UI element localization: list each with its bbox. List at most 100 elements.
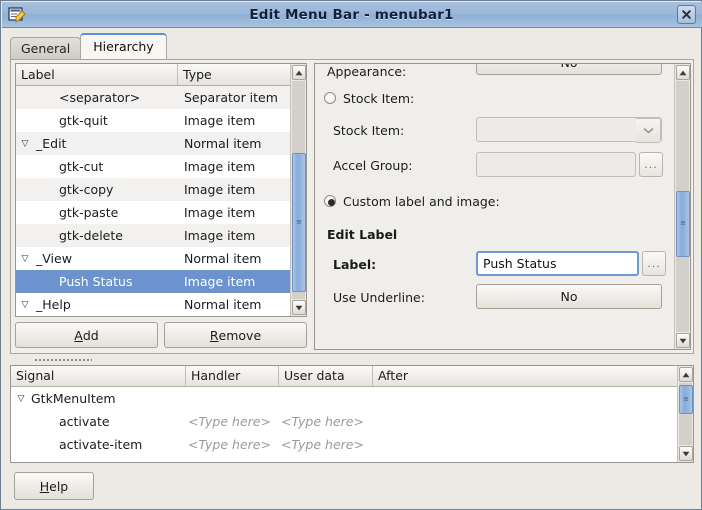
accel-group-row: Accel Group: ... [315,152,673,187]
tree-row-type: Image item [184,159,256,174]
tab-page-hierarchy: Label Type <separator> Separator item gt… [10,59,694,354]
scrollbar-thumb[interactable]: ≡ [292,153,306,292]
list-item[interactable]: ▽ GtkMenuItem [11,387,677,410]
remove-button[interactable]: Remove [164,322,307,348]
expander-icon[interactable]: ▽ [16,300,34,310]
splitter-grip-icon[interactable] [34,358,92,362]
expander-icon[interactable]: ▽ [16,139,34,149]
list-item[interactable]: activate <Type here> <Type here> [11,410,677,433]
table-row[interactable]: gtk-copy Image item [16,178,290,201]
table-row[interactable]: gtk-delete Image item [16,224,290,247]
table-row[interactable]: gtk-quit Image item [16,109,290,132]
stock-item-radio-row[interactable]: Stock Item: [315,84,673,117]
signals-column-signal[interactable]: Signal [11,366,186,386]
remove-button-mnemonic: R [209,327,219,343]
tab-strip: General Hierarchy [10,33,167,59]
use-underline-row: Use Underline: No [315,284,673,317]
appearance-row: Appearance: No [315,64,673,84]
table-row[interactable]: gtk-cut Image item [16,155,290,178]
table-row[interactable]: ▽ _Edit Normal item [16,132,290,155]
label-input-value: Push Status [483,256,557,271]
radio-stock-item[interactable] [324,92,336,104]
signals-rows: ▽ GtkMenuItem activate <Type here> <Type… [11,387,677,462]
custom-label-radio-row[interactable]: Custom label and image: [315,187,673,221]
stock-item-label: Stock Item: [333,123,405,138]
scrollbar-thumb[interactable]: ≡ [676,191,690,257]
properties-scroll-area: Appearance: No Stock Item: Stoc [315,64,673,349]
properties-vertical-scrollbar[interactable]: ≡ [674,64,690,349]
tree-row-type: Image item [184,205,256,220]
expander-icon[interactable]: ▽ [16,254,34,264]
add-button-mnemonic: A [74,327,83,343]
edit-label-heading-row: Edit Label [315,221,673,251]
appearance-toggle-button[interactable]: No [476,64,662,75]
scroll-down-icon[interactable] [679,446,693,461]
tree-column-label[interactable]: Label [16,64,178,85]
pane-splitter[interactable] [10,356,694,364]
scroll-down-icon[interactable] [676,333,690,348]
signals-vertical-scrollbar[interactable]: ≡ [677,366,693,462]
tree-row-label: gtk-copy [59,182,114,197]
scroll-up-icon[interactable] [679,367,693,382]
tree-row-type: Normal item [184,297,262,312]
table-row[interactable]: ▽ _View Normal item [16,247,290,270]
hierarchy-tree[interactable]: Label Type <separator> Separator item gt… [15,63,307,317]
appearance-value: No [561,64,578,70]
accel-group-browse-button[interactable]: ... [639,152,663,177]
edit-label-heading: Edit Label [327,227,398,242]
tree-vertical-scrollbar[interactable]: ≡ [290,64,306,316]
help-button-label: elp [49,478,69,494]
radio-custom-label-and-image[interactable] [324,195,336,207]
table-row-selected[interactable]: Push Status Image item [16,270,290,293]
signal-handler[interactable]: <Type here> [186,437,279,452]
tree-row-label: gtk-cut [59,159,104,174]
scroll-down-icon[interactable] [292,300,306,315]
accel-group-entry[interactable] [476,152,636,177]
signals-column-after[interactable]: After [373,366,693,386]
scrollbar-thumb[interactable]: ≡ [679,385,693,414]
appearance-label: Appearance: [327,64,407,79]
table-row[interactable]: ▽ _Help Normal item [16,293,290,316]
scroll-up-icon[interactable] [676,65,690,80]
tree-row-label: gtk-paste [59,205,119,220]
signal-handler[interactable]: <Type here> [186,414,279,429]
accel-group-label: Accel Group: [333,158,413,173]
title-bar[interactable]: Edit Menu Bar - menubar1 [2,2,702,28]
tree-row-type: Normal item [184,136,262,151]
tree-column-type[interactable]: Type [178,64,306,85]
signals-column-handler[interactable]: Handler [186,366,279,386]
label-browse-button[interactable]: ... [642,251,666,276]
tree-row-label: gtk-quit [59,113,108,128]
stock-item-combo[interactable] [476,117,662,143]
use-underline-value: No [560,289,578,304]
table-row[interactable]: gtk-paste Image item [16,201,290,224]
list-item[interactable]: activate-item <Type here> <Type here> [11,433,677,456]
expander-icon[interactable]: ▽ [11,394,31,404]
add-button[interactable]: Add [15,322,158,348]
chevron-down-icon[interactable] [636,118,661,143]
tab-general[interactable]: General [10,37,82,59]
hierarchy-pane: Label Type <separator> Separator item gt… [15,63,307,350]
use-underline-toggle-button[interactable]: No [476,284,662,309]
table-row[interactable]: <separator> Separator item [16,86,290,109]
scrollbar-grip-icon: ≡ [296,217,302,226]
edit-menu-bar-dialog: Edit Menu Bar - menubar1 General Hierarc… [0,0,702,510]
tree-row-type: Image item [184,274,256,289]
signal-name: activate-item [59,437,143,452]
close-icon[interactable] [677,5,696,24]
properties-pane: Appearance: No Stock Item: Stoc [314,63,691,350]
label-input[interactable]: Push Status [476,251,639,276]
tab-hierarchy[interactable]: Hierarchy [80,33,167,59]
window-title: Edit Menu Bar - menubar1 [249,6,454,23]
signal-user-data[interactable]: <Type here> [279,437,373,452]
label-field-label: Label: [333,257,377,272]
tree-row-type: Image item [184,182,256,197]
signals-table[interactable]: Signal Handler User data After ▽ GtkMenu… [10,365,694,463]
help-button[interactable]: Help [14,472,94,500]
scroll-up-icon[interactable] [292,65,306,80]
signals-column-user-data[interactable]: User data [279,366,373,386]
signal-name: GtkMenuItem [31,391,116,406]
signal-user-data[interactable]: <Type here> [279,414,373,429]
add-button-label: dd [82,327,99,343]
label-row: Label: Push Status ... [315,251,673,284]
